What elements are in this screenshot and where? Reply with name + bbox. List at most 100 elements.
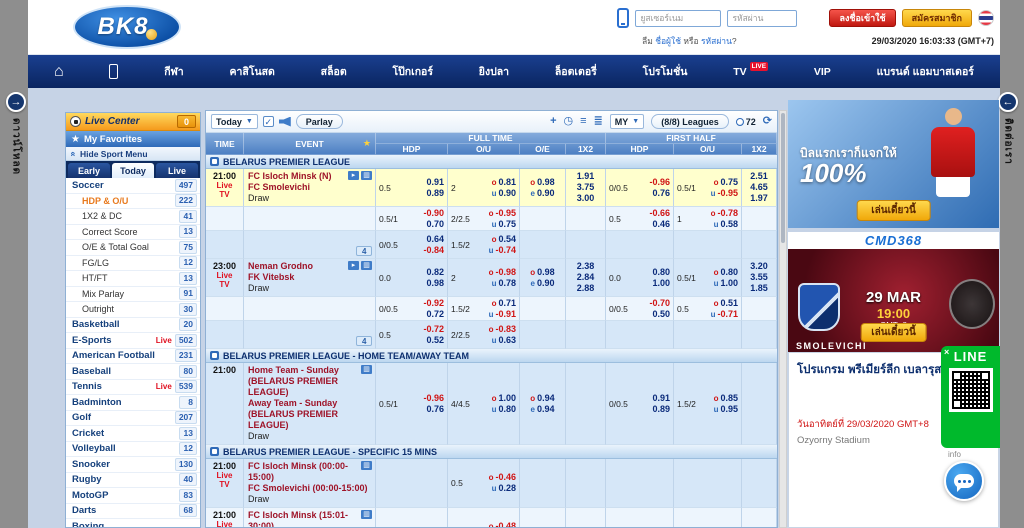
sidebar-item-ht-ft[interactable]: HT/FT 13	[66, 271, 200, 287]
odds-value[interactable]: -0.78	[717, 208, 738, 219]
odds-value[interactable]: 3.55	[750, 272, 768, 283]
nav-item-poker[interactable]: โป๊กเกอร์	[392, 63, 433, 80]
events-count[interactable]: 72	[735, 117, 756, 127]
contact-side-tab[interactable]: ← ติดต่อเรา	[997, 92, 1019, 165]
stats-icon[interactable]: ▥	[361, 461, 372, 470]
team-name[interactable]: FC Isloch Minsk (15:01-30:00)	[248, 510, 371, 527]
play-now-button[interactable]: เล่นเดี๋ยวนี้	[860, 323, 927, 342]
leagues-filter-button[interactable]: (8/8) Leagues	[651, 114, 729, 129]
odds-value[interactable]: 0.75	[498, 219, 516, 230]
odds-value[interactable]: 0.90	[537, 188, 555, 199]
odds-value[interactable]: 0.90	[537, 278, 555, 289]
odds-value[interactable]: 0.80	[652, 267, 670, 278]
odds-value[interactable]: 0.82	[426, 267, 444, 278]
username-input[interactable]	[635, 9, 722, 27]
odds-value[interactable]: 0.72	[426, 309, 444, 320]
odds-value[interactable]: 0.46	[652, 219, 670, 230]
stats-icon[interactable]: ▥	[361, 171, 372, 180]
live-tv-label[interactable]: Live TV	[213, 471, 237, 489]
odds-value[interactable]: 0.76	[652, 188, 670, 199]
more-bets-badge[interactable]: 4	[356, 246, 373, 256]
odds-value[interactable]: -0.96	[423, 393, 444, 404]
checkbox-icon[interactable]: ✓	[262, 116, 274, 127]
odds-value[interactable]: 1.91	[577, 171, 595, 182]
odds-value[interactable]: -0.72	[423, 324, 444, 335]
sidebar-item-soccer[interactable]: Soccer 497	[66, 178, 200, 194]
promo-banner-first-bill[interactable]: บิลแรกเราก็แจกให้ 100% เล่นเดี๋ยวนี้	[788, 100, 999, 228]
thai-flag-icon[interactable]	[978, 10, 994, 26]
sidebar-item-darts[interactable]: Darts 68	[66, 504, 200, 519]
odds-type-select[interactable]: MY ▼	[609, 114, 645, 129]
odds-value[interactable]: 0.58	[720, 219, 738, 230]
bk8-logo[interactable]: BK8	[73, 5, 181, 49]
odds-value[interactable]: -0.70	[649, 298, 670, 309]
odds-value[interactable]: 0.52	[426, 335, 444, 346]
sidebar-item-fg-lg[interactable]: FG/LG 12	[66, 256, 200, 271]
odds-value[interactable]: -0.96	[649, 177, 670, 188]
nav-item-sports[interactable]: กีฬา	[164, 63, 183, 80]
odds-value[interactable]: -0.71	[717, 309, 738, 320]
draw-label[interactable]: Draw	[248, 283, 371, 294]
sort-icon[interactable]: ≡	[580, 116, 586, 127]
team-name[interactable]: FC Smolevichi	[248, 182, 371, 193]
team-name[interactable]: FC Isloch Minsk (00:00-15:00)	[248, 461, 371, 483]
main-scrollbar[interactable]	[779, 110, 787, 528]
odds-value[interactable]: 0.98	[537, 177, 555, 188]
stats-icon[interactable]: ▥	[361, 365, 372, 374]
odds-value[interactable]: 1.97	[750, 193, 768, 204]
nav-item-slots[interactable]: สล็อต	[321, 63, 347, 80]
nav-item-home[interactable]: ⌂	[54, 63, 64, 80]
sidebar-item-o-e-total-goal[interactable]: O/E & Total Goal 75	[66, 240, 200, 256]
odds-value[interactable]: 0.71	[498, 298, 516, 309]
live-tv-label[interactable]: Live TV	[213, 520, 237, 527]
play-now-button[interactable]: เล่นเดี๋ยวนี้	[856, 200, 931, 221]
password-input[interactable]	[727, 9, 798, 27]
odds-value[interactable]: 0.76	[426, 404, 444, 415]
stats-icon[interactable]: ▥	[361, 261, 372, 270]
odds-value[interactable]: 0.28	[498, 483, 516, 494]
team-name[interactable]: FK Vitebsk	[248, 272, 371, 283]
odds-value[interactable]: 2.88	[577, 283, 595, 294]
odds-value[interactable]: -0.74	[495, 245, 516, 256]
odds-value[interactable]: 0.80	[498, 404, 516, 415]
add-view-icon[interactable]: +	[550, 116, 556, 127]
odds-value[interactable]: 0.64	[426, 234, 444, 245]
sidebar-item-mix-parlay[interactable]: Mix Parlay 91	[66, 287, 200, 302]
my-favorites-bar[interactable]: ★ My Favorites	[66, 131, 200, 147]
nav-item-promotions[interactable]: โปรโมชั่น	[643, 63, 688, 80]
tab-early[interactable]: Early	[68, 163, 110, 178]
odds-value[interactable]: 0.89	[426, 188, 444, 199]
sidebar-item-correct-score[interactable]: Correct Score 13	[66, 225, 200, 240]
tab-today[interactable]: Today	[112, 163, 154, 178]
odds-value[interactable]: 0.91	[426, 177, 444, 188]
parlay-button[interactable]: Parlay	[295, 114, 343, 129]
nav-item-ambassador[interactable]: แบรนด์ แอมบาสเดอร์	[877, 63, 974, 80]
odds-value[interactable]: 0.63	[498, 335, 516, 346]
sidebar-item-snooker[interactable]: Snooker 130	[66, 457, 200, 473]
odds-value[interactable]: 0.80	[720, 267, 738, 278]
download-side-tab[interactable]: → ดาวน์โหลด	[5, 92, 27, 175]
tab-live[interactable]: Live	[156, 163, 198, 178]
odds-value[interactable]: 0.89	[652, 404, 670, 415]
sidebar-item-e-sports[interactable]: E-Sports Live 502	[66, 333, 200, 349]
odds-value[interactable]: -0.46	[495, 472, 516, 483]
list-view-icon[interactable]: ≣	[594, 116, 603, 127]
more-bets-badge[interactable]: 4	[356, 336, 373, 346]
odds-value[interactable]: -0.92	[423, 298, 444, 309]
odds-value[interactable]: 4.65	[750, 182, 768, 193]
day-select[interactable]: Today ▼	[211, 114, 258, 129]
login-button[interactable]: ลงชื่อเข้าใช้	[829, 9, 896, 27]
odds-value[interactable]: 0.95	[720, 404, 738, 415]
live-tv-label[interactable]: Live TV	[213, 181, 237, 199]
odds-value[interactable]: 2.51	[750, 171, 768, 182]
live-tv-label[interactable]: Live TV	[213, 271, 237, 289]
clock-icon[interactable]: ◷	[564, 116, 574, 127]
sidebar-item-cricket[interactable]: Cricket 13	[66, 426, 200, 442]
sidebar-item-hdp-o-u[interactable]: HDP & O/U 222	[66, 194, 200, 209]
odds-value[interactable]: 0.78	[498, 278, 516, 289]
odds-value[interactable]: -0.66	[649, 208, 670, 219]
draw-label[interactable]: Draw	[248, 494, 371, 505]
odds-value[interactable]: 0.94	[537, 393, 555, 404]
odds-value[interactable]: 0.91	[652, 393, 670, 404]
register-button[interactable]: สมัครสมาชิก	[901, 9, 972, 27]
